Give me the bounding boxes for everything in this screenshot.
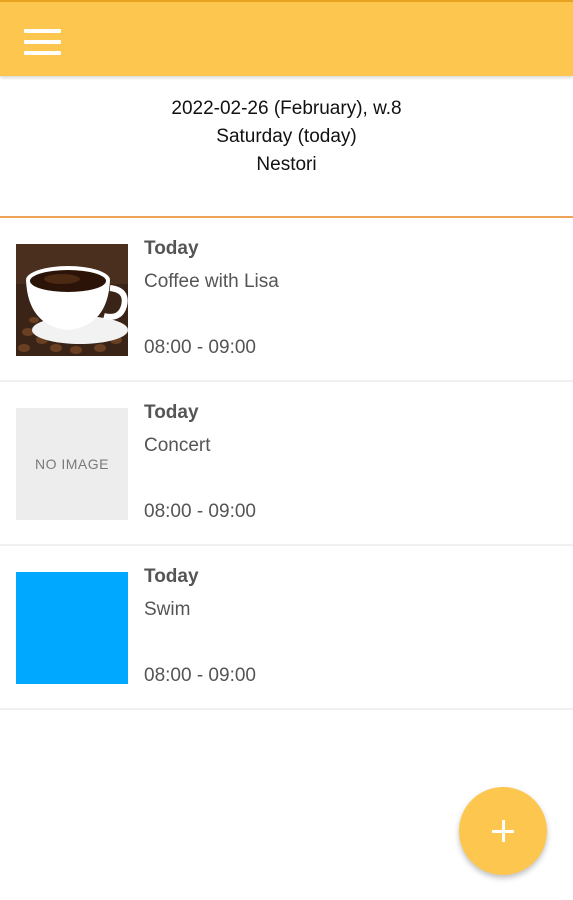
event-day: Today xyxy=(144,566,199,587)
color-swatch xyxy=(16,572,128,684)
event-list: Today Coffee with Lisa 08:00 - 09:00 NO … xyxy=(0,218,573,710)
no-image-placeholder: NO IMAGE xyxy=(16,408,128,520)
date-line: 2022-02-26 (February), w.8 xyxy=(171,98,402,119)
day-line: Saturday (today) xyxy=(216,126,357,147)
add-event-button[interactable] xyxy=(459,787,547,875)
plus-icon xyxy=(492,820,514,842)
event-time: 08:00 - 09:00 xyxy=(144,501,256,522)
event-day: Today xyxy=(144,238,199,259)
event-day: Today xyxy=(144,402,199,423)
event-title: Concert xyxy=(144,435,211,456)
name-line: Nestori xyxy=(256,154,317,175)
event-item[interactable]: Today Coffee with Lisa 08:00 - 09:00 xyxy=(0,218,573,382)
app-bar xyxy=(0,0,573,76)
event-item[interactable]: Today Swim 08:00 - 09:00 xyxy=(0,546,573,710)
event-time: 08:00 - 09:00 xyxy=(144,665,256,686)
event-item[interactable]: NO IMAGE Today Concert 08:00 - 09:00 xyxy=(0,382,573,546)
date-header: 2022-02-26 (February), w.8 Saturday (tod… xyxy=(0,95,573,179)
event-title: Coffee with Lisa xyxy=(144,271,279,292)
event-time: 08:00 - 09:00 xyxy=(144,337,256,358)
event-title: Swim xyxy=(144,599,191,620)
menu-icon[interactable] xyxy=(24,22,74,62)
coffee-image xyxy=(16,244,128,356)
